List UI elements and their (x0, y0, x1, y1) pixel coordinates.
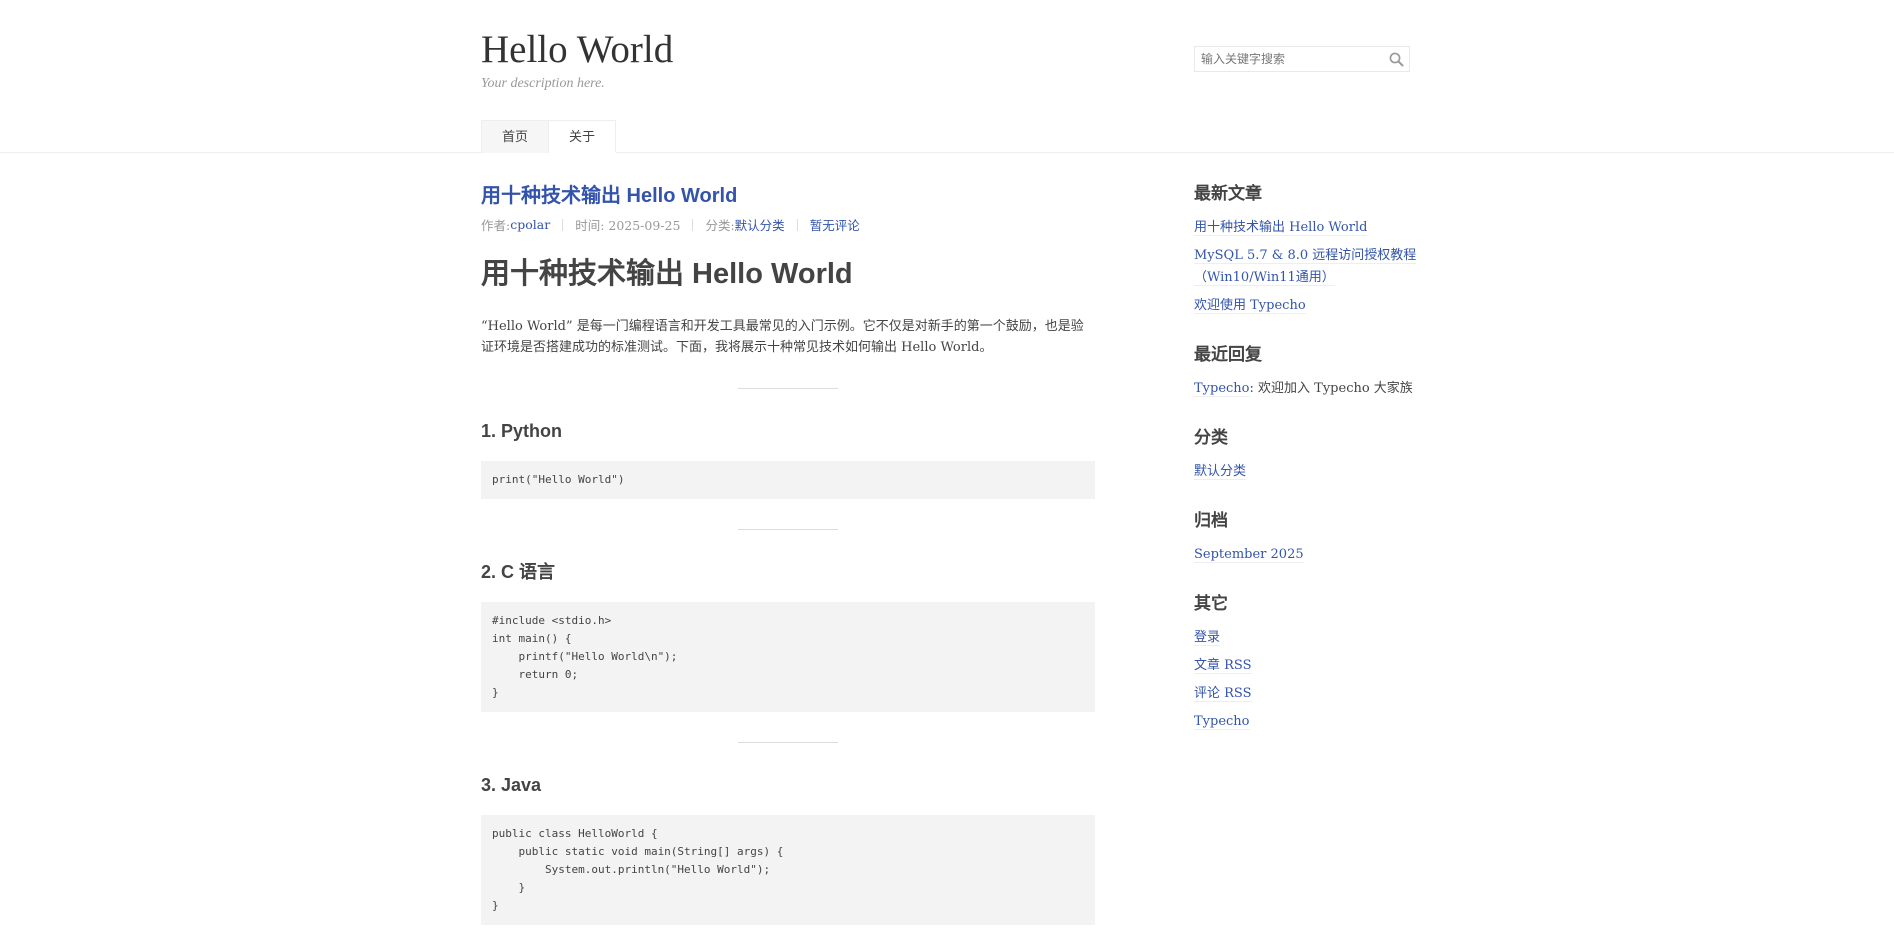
list-item: Typecho (1194, 711, 1422, 733)
widget-title: 分类 (1194, 428, 1228, 447)
list-item: MySQL 5.7 & 8.0 远程访问授权教程（Win10/Win11通用） (1194, 245, 1422, 289)
archive-link[interactable]: September 2025 (1194, 547, 1304, 563)
section-heading-c: 2. C 语言 (481, 562, 556, 582)
other-list: 登录 文章 RSS 评论 RSS Typecho (1194, 627, 1422, 733)
category-link[interactable]: 默认分类 (735, 215, 785, 234)
category-label: 分类: (705, 218, 735, 233)
list-item: Typecho: 欢迎加入 Typecho 大家族 (1194, 378, 1422, 400)
section-heading-python: 1. Python (481, 421, 563, 441)
meta-divider (562, 218, 564, 231)
author-link[interactable]: cpolar (510, 217, 550, 232)
archives-list: September 2025 (1194, 544, 1422, 566)
code-block-c: #include <stdio.h> int main() { printf("… (481, 602, 1095, 712)
posts-rss-link[interactable]: 文章 RSS (1194, 658, 1252, 674)
post-heading: 用十种技术输出 Hello World (481, 258, 853, 290)
widget-archives: 归档 September 2025 (1194, 510, 1422, 566)
divider (738, 388, 838, 389)
list-item: 登录 (1194, 627, 1422, 649)
widget-title: 最近回复 (1194, 345, 1262, 364)
comment-author-link[interactable]: Typecho (1194, 381, 1250, 397)
site-description: Your description here. (481, 76, 605, 91)
main-nav: 首页 关于 (481, 120, 617, 153)
comments-link[interactable]: 暂无评论 (810, 215, 860, 234)
search-icon (1389, 52, 1404, 66)
section-heading-java: 3. Java (481, 775, 542, 795)
nav-item-about[interactable]: 关于 (549, 120, 617, 153)
code-block-java: public class HelloWorld { public static … (481, 815, 1095, 925)
code-block-python: print("Hello World") (481, 461, 1095, 499)
typecho-link[interactable]: Typecho (1194, 714, 1250, 730)
comments-rss-link[interactable]: 评论 RSS (1194, 686, 1252, 702)
widget-title: 最新文章 (1194, 184, 1262, 203)
post-main: 用十种技术输出 Hello World 作者: cpolar 时间: 2025-… (481, 183, 1095, 925)
widget-title: 其它 (1194, 594, 1228, 613)
sidebar: 最新文章 用十种技术输出 Hello World MySQL 5.7 & 8.0… (1194, 183, 1422, 760)
comment-text: : 欢迎加入 Typecho 大家族 (1249, 381, 1413, 396)
post-content: 用十种技术输出 Hello World “Hello World” 是每一门编程… (481, 256, 1095, 925)
widget-other: 其它 登录 文章 RSS 评论 RSS Typecho (1194, 593, 1422, 733)
recent-post-link[interactable]: MySQL 5.7 & 8.0 远程访问授权教程（Win10/Win11通用） (1194, 248, 1417, 286)
recent-post-link[interactable]: 用十种技术输出 Hello World (1194, 220, 1368, 236)
meta-divider (692, 218, 694, 231)
widget-recent-comments: 最近回复 Typecho: 欢迎加入 Typecho 大家族 (1194, 344, 1422, 400)
divider (738, 529, 838, 530)
category-link[interactable]: 默认分类 (1194, 464, 1247, 480)
site-header: Hello World Your description here. 首页 关于 (0, 0, 1894, 153)
search-form (1194, 46, 1410, 72)
categories-list: 默认分类 (1194, 461, 1422, 483)
recent-post-link[interactable]: 欢迎使用 Typecho (1194, 298, 1306, 314)
post-intro: “Hello World” 是每一门编程语言和开发工具最常见的入门示例。它不仅是… (481, 319, 1084, 355)
meta-divider (796, 218, 798, 231)
list-item: 用十种技术输出 Hello World (1194, 217, 1422, 239)
search-button[interactable] (1384, 47, 1410, 71)
list-item: 默认分类 (1194, 461, 1422, 483)
site-title[interactable]: Hello World (481, 26, 673, 74)
search-input[interactable] (1195, 47, 1384, 71)
recent-comments-list: Typecho: 欢迎加入 Typecho 大家族 (1194, 378, 1422, 400)
list-item: 欢迎使用 Typecho (1194, 295, 1422, 317)
list-item: 评论 RSS (1194, 683, 1422, 705)
post-meta: 作者: cpolar 时间: 2025-09-25 分类: 默认分类 暂无评论 (481, 215, 1095, 234)
widget-recent-posts: 最新文章 用十种技术输出 Hello World MySQL 5.7 & 8.0… (1194, 183, 1422, 317)
post-title: 用十种技术输出 Hello World (481, 183, 1095, 209)
post-time: 时间: 2025-09-25 (575, 218, 681, 233)
author-label: 作者: (481, 218, 511, 233)
widget-categories: 分类 默认分类 (1194, 427, 1422, 483)
post-title-link[interactable]: 用十种技术输出 Hello World (481, 185, 737, 207)
list-item: September 2025 (1194, 544, 1422, 566)
nav-item-home[interactable]: 首页 (481, 120, 550, 153)
list-item: 文章 RSS (1194, 655, 1422, 677)
widget-title: 归档 (1194, 511, 1228, 530)
divider (738, 742, 838, 743)
recent-posts-list: 用十种技术输出 Hello World MySQL 5.7 & 8.0 远程访问… (1194, 217, 1422, 317)
login-link[interactable]: 登录 (1194, 630, 1221, 646)
header-inner: Hello World Your description here. 首页 关于 (471, 0, 1423, 153)
